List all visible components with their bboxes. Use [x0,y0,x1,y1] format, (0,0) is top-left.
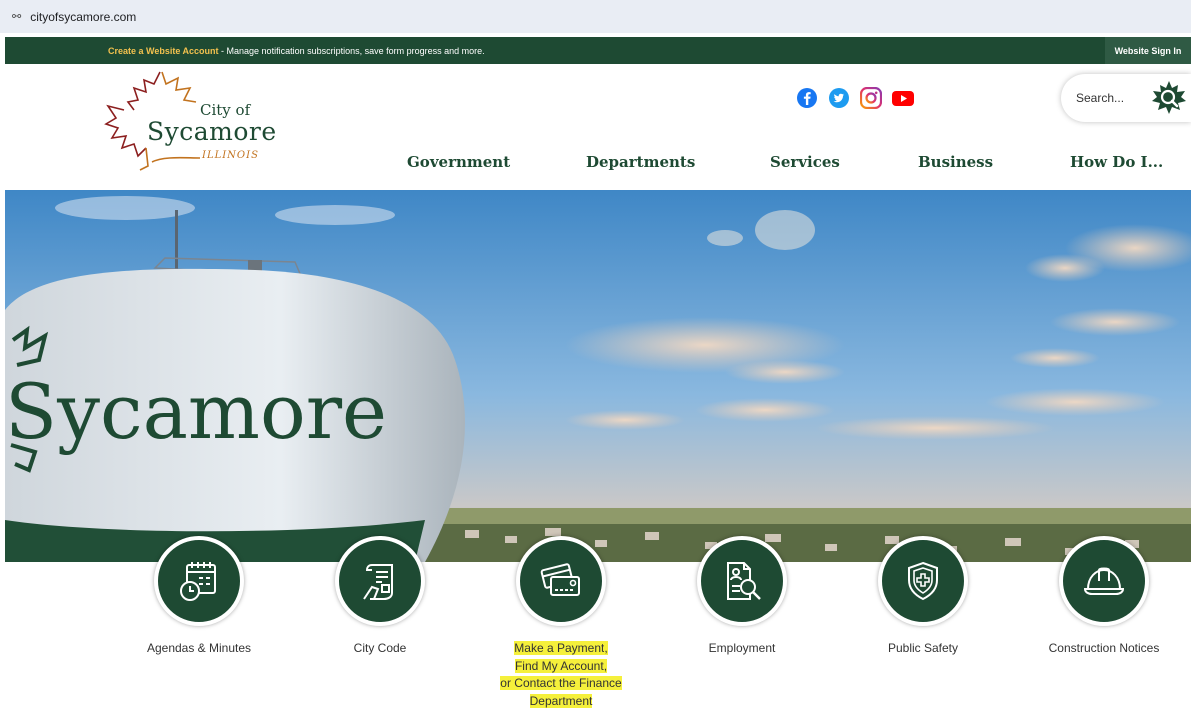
create-account-link[interactable]: Create a Website Account [108,46,219,56]
quick-link-city-code[interactable]: City Code [305,536,455,658]
twitter-icon[interactable] [828,87,850,109]
contact-finance-text: or Contact the Finance [500,676,622,690]
quick-link-circle[interactable] [335,536,425,626]
nav-departments[interactable]: Departments [586,153,695,171]
quick-link-circle[interactable] [1059,536,1149,626]
logo-name: Sycamore [147,117,277,146]
search-button[interactable] [1151,80,1187,116]
social-links [796,87,914,109]
quick-link-payment[interactable]: Make a Payment, Find My Account, or Cont… [486,536,636,710]
quick-link-label: Make a Payment, Find My Account, or Cont… [500,641,622,708]
resume-search-icon [727,562,761,600]
maple-leaf-search-icon [1152,81,1186,114]
quick-link-agendas[interactable]: Agendas & Minutes [124,536,274,658]
facebook-icon[interactable] [796,87,818,109]
hard-hat-icon [1083,567,1125,595]
quick-link-label: Public Safety [887,641,959,655]
account-promo: Create a Website Account - Manage notifi… [108,46,485,56]
account-promo-text: - Manage notification subscriptions, sav… [218,45,485,56]
quick-link-public-safety[interactable]: Public Safety [848,536,998,658]
browser-address-bar[interactable]: ⚯ cityofsycamore.com [0,0,1191,33]
quick-link-construction[interactable]: Construction Notices [1029,536,1179,658]
website-sign-in-button[interactable]: Website Sign In [1105,37,1191,64]
quick-link-label: Construction Notices [1048,641,1160,655]
tower-text: Sycamore [5,367,387,456]
instagram-icon[interactable] [860,87,882,109]
nav-services[interactable]: Services [770,153,840,171]
finance-department-link[interactable]: Department [529,693,593,708]
hero-banner: Sycamore [5,190,1191,562]
quick-link-circle[interactable] [516,536,606,626]
site-settings-icon[interactable]: ⚯ [12,10,21,23]
youtube-icon[interactable] [892,87,914,109]
search-input[interactable] [1076,91,1146,105]
quick-link-circle[interactable] [697,536,787,626]
quick-link-label: Employment [708,641,776,655]
quick-link-circle[interactable] [878,536,968,626]
scroll-document-icon [363,564,393,600]
quick-link-circle[interactable] [154,536,244,626]
credit-card-icon [540,563,580,596]
quick-link-label: Agendas & Minutes [146,641,252,655]
quick-link-employment[interactable]: Employment [667,536,817,658]
shield-cross-icon [908,561,938,601]
make-payment-link[interactable]: Make a Payment [514,641,605,655]
nav-government[interactable]: Government [407,153,510,171]
nav-how-do-i[interactable]: How Do I... [1070,153,1163,171]
quick-link-label: City Code [353,641,407,655]
hero-image: Sycamore [5,190,1191,562]
address-url[interactable]: cityofsycamore.com [30,10,136,24]
utility-bar: Create a Website Account - Manage notifi… [5,37,1191,64]
calendar-clock-icon [180,562,216,601]
nav-business[interactable]: Business [918,153,993,171]
find-account-link[interactable]: Find My Account [514,658,604,673]
main-navigation: Government Departments Services Business… [0,153,1191,175]
search-box [1061,74,1191,122]
